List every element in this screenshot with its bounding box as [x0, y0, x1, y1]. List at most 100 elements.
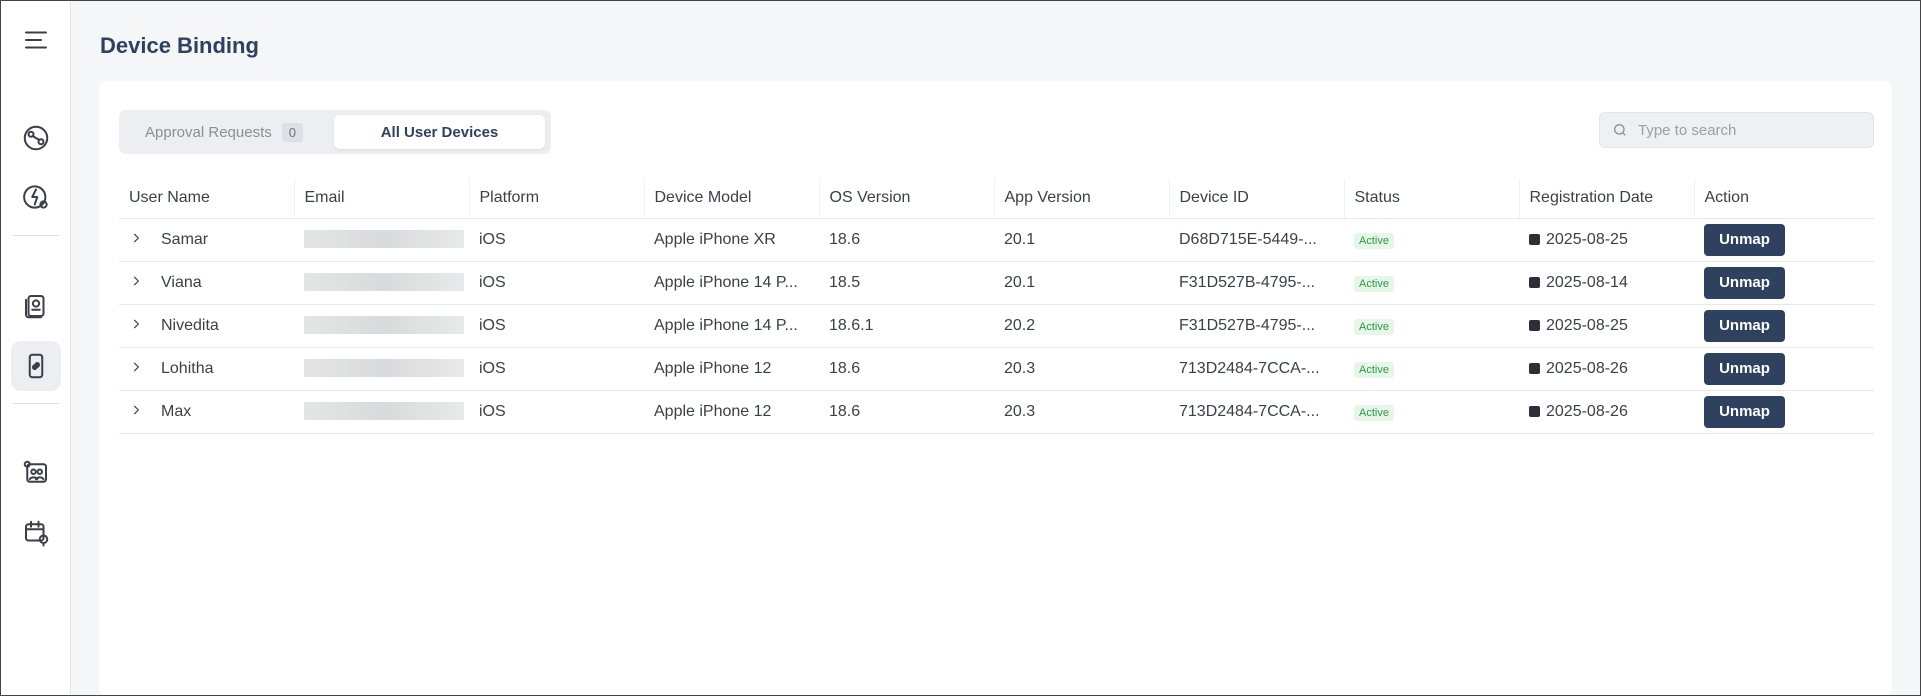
user-cell: Viana: [119, 261, 294, 305]
col-header-user-name[interactable]: User Name: [119, 179, 295, 219]
expand-row-button[interactable]: [129, 274, 143, 288]
sidebar-item-users[interactable]: [11, 448, 61, 498]
flash-location-icon: [23, 185, 48, 209]
col-header-status[interactable]: Status: [1344, 179, 1520, 219]
registration-date: 2025-08-25: [1546, 230, 1628, 248]
email-redacted: [304, 359, 464, 378]
calendar-icon: [1529, 362, 1540, 374]
col-header-device-id[interactable]: Device ID: [1169, 179, 1345, 219]
chevron-right-icon: [133, 319, 140, 328]
platform-cell: iOS: [469, 304, 644, 348]
email-cell: [294, 347, 469, 391]
col-header-email[interactable]: Email: [294, 179, 470, 219]
search-box[interactable]: [1599, 112, 1874, 148]
status-cell: Active: [1344, 218, 1519, 262]
unmap-button[interactable]: Unmap: [1704, 395, 1785, 428]
app-version-cell: 20.1: [994, 218, 1169, 262]
status-badge: Active: [1354, 318, 1394, 335]
email-cell: [294, 390, 469, 434]
user-cell: Samar: [119, 218, 294, 262]
app-version-cell: 20.3: [994, 347, 1169, 391]
action-cell: Unmap: [1694, 390, 1874, 434]
user-name: Nivedita: [161, 316, 219, 334]
col-header-registration-date[interactable]: Registration Date: [1519, 179, 1695, 219]
registration-date-cell: 2025-08-14: [1519, 261, 1694, 305]
device-id-cell: D68D715E-5449-...: [1169, 218, 1344, 262]
search-icon: [1614, 124, 1626, 136]
user-cell: Nivedita: [119, 304, 294, 348]
table-row: Samar iOS Apple iPhone XR 18.6 20.1 D68D…: [119, 218, 1874, 262]
expand-row-button[interactable]: [129, 360, 143, 374]
device-model-cell: Apple iPhone 12: [644, 390, 819, 434]
device-id-cell: F31D527B-4795-...: [1169, 304, 1344, 348]
calendar-icon: [1529, 276, 1540, 288]
menu-button[interactable]: [11, 15, 61, 65]
action-cell: Unmap: [1694, 218, 1874, 262]
status-badge: Active: [1354, 275, 1394, 292]
calendar-icon: [1529, 405, 1540, 417]
registration-date-cell: 2025-08-26: [1519, 390, 1694, 434]
report-icon: [25, 295, 45, 319]
app-version-cell: 20.3: [994, 390, 1169, 434]
calendar-icon: [1529, 319, 1540, 331]
col-header-app-version[interactable]: App Version: [994, 179, 1170, 219]
sidebar-item-live[interactable]: [11, 172, 61, 222]
sidebar-item-routes[interactable]: [11, 113, 61, 163]
device-id-cell: F31D527B-4795-...: [1169, 261, 1344, 305]
tab-all-user-devices[interactable]: All User Devices: [334, 115, 545, 149]
chevron-right-icon: [133, 233, 140, 242]
device-id-cell: 713D2484-7CCA-...: [1169, 390, 1344, 434]
chevron-right-icon: [133, 276, 140, 285]
unmap-button[interactable]: Unmap: [1704, 266, 1785, 299]
calendar-icon: [1529, 233, 1540, 245]
status-cell: Active: [1344, 390, 1519, 434]
tab-label: Approval Requests: [145, 123, 272, 141]
platform-cell: iOS: [469, 347, 644, 391]
device-model-cell: Apple iPhone 14 P...: [644, 261, 819, 305]
tab-approval-requests[interactable]: Approval Requests 0: [125, 115, 323, 149]
user-name: Samar: [161, 230, 209, 248]
sidebar-item-schedule[interactable]: [11, 508, 61, 558]
page-title: Device Binding: [100, 33, 259, 58]
email-redacted: [304, 273, 464, 292]
platform-cell: iOS: [469, 390, 644, 434]
registration-date-cell: 2025-08-25: [1519, 218, 1694, 262]
unmap-button[interactable]: Unmap: [1704, 352, 1785, 385]
os-version-cell: 18.6.1: [819, 304, 994, 348]
device-model-cell: Apple iPhone XR: [644, 218, 819, 262]
user-cell: Lohitha: [119, 347, 294, 391]
unmap-button[interactable]: Unmap: [1704, 223, 1785, 256]
user-name: Viana: [161, 273, 202, 291]
status-cell: Active: [1344, 347, 1519, 391]
device-model-cell: Apple iPhone 14 P...: [644, 304, 819, 348]
status-cell: Active: [1344, 304, 1519, 348]
expand-row-button[interactable]: [129, 231, 143, 245]
chevron-right-icon: [133, 405, 140, 414]
registration-date: 2025-08-14: [1546, 273, 1628, 291]
registration-date: 2025-08-25: [1546, 316, 1628, 334]
unmap-button[interactable]: Unmap: [1704, 309, 1785, 342]
col-header-os-version[interactable]: OS Version: [819, 179, 995, 219]
app-version-cell: 20.2: [994, 304, 1169, 348]
email-redacted: [304, 230, 464, 249]
app-version-cell: 20.1: [994, 261, 1169, 305]
col-header-platform[interactable]: Platform: [469, 179, 645, 219]
sidebar-item-device-binding[interactable]: [11, 341, 61, 391]
email-cell: [294, 218, 469, 262]
expand-row-button[interactable]: [129, 403, 143, 417]
email-cell: [294, 261, 469, 305]
expand-row-button[interactable]: [129, 317, 143, 331]
sidebar-item-reports[interactable]: [11, 281, 61, 331]
calendar-location-icon: [25, 520, 49, 547]
platform-cell: iOS: [469, 261, 644, 305]
status-badge: Active: [1354, 232, 1394, 249]
action-cell: Unmap: [1694, 261, 1874, 305]
user-name: Lohitha: [161, 359, 214, 377]
map-route-icon: [23, 125, 49, 151]
os-version-cell: 18.6: [819, 347, 994, 391]
tab-label: All User Devices: [380, 123, 499, 141]
status-badge: Active: [1354, 404, 1394, 421]
col-header-device-model[interactable]: Device Model: [644, 179, 820, 219]
os-version-cell: 18.6: [819, 218, 994, 262]
search-input[interactable]: [1638, 121, 1858, 139]
